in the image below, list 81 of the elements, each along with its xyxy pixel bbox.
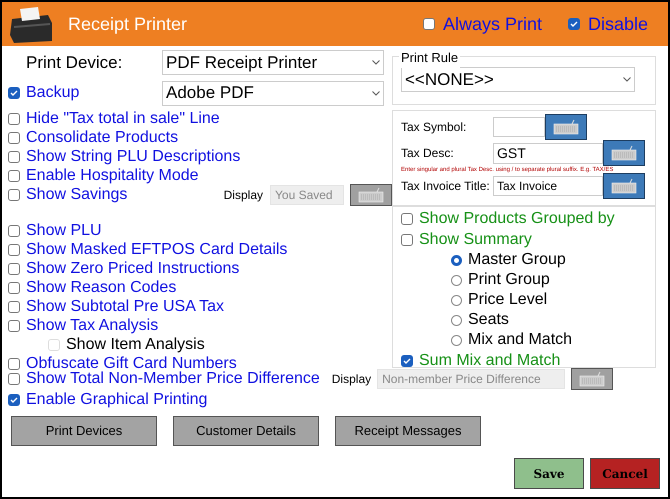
checkbox[interactable] bbox=[8, 301, 20, 313]
checkbox[interactable] bbox=[8, 358, 20, 370]
checkbox[interactable] bbox=[568, 18, 580, 30]
display-label: Display bbox=[224, 187, 263, 204]
display-field[interactable]: Non-member Price Difference bbox=[377, 368, 566, 388]
checkbox[interactable] bbox=[8, 244, 20, 256]
field-label: Print Device: bbox=[26, 52, 124, 74]
option-checkbox[interactable]: Show Zero Priced Instructions bbox=[8, 260, 240, 278]
option-checkbox[interactable]: Show Products Grouped by bbox=[401, 208, 647, 229]
checkbox[interactable] bbox=[8, 87, 20, 99]
checkbox[interactable] bbox=[8, 189, 20, 201]
checkbox[interactable] bbox=[8, 372, 20, 384]
checkbox[interactable] bbox=[8, 225, 20, 237]
tax-desc-field[interactable]: GST bbox=[493, 142, 603, 164]
field-label: Tax Desc: bbox=[401, 145, 455, 162]
display-field[interactable]: You Saved bbox=[270, 185, 344, 205]
option-checkbox[interactable]: Sum Mix and Match bbox=[401, 350, 647, 371]
window-title: Receipt Printer bbox=[68, 12, 188, 36]
option-checkbox[interactable]: Show Masked EFTPOS Card Details bbox=[8, 241, 288, 259]
checkbox[interactable] bbox=[422, 18, 435, 30]
option-checkbox[interactable]: Show PLU bbox=[8, 222, 102, 240]
chevron-down-icon bbox=[623, 77, 631, 82]
tax-invoice-title-field[interactable]: Tax Invoice bbox=[493, 176, 603, 196]
checkbox[interactable] bbox=[401, 212, 413, 224]
backup-checkbox[interactable]: Backup bbox=[8, 81, 162, 105]
option-checkbox[interactable]: Show String PLU Descriptions bbox=[8, 148, 240, 166]
checkbox[interactable] bbox=[401, 234, 413, 246]
option-checkbox[interactable]: Consolidate Products bbox=[8, 129, 178, 147]
check-icon bbox=[10, 396, 18, 404]
option-checkbox[interactable]: Show Summary bbox=[401, 229, 647, 250]
checkbox[interactable] bbox=[8, 113, 20, 125]
check-icon bbox=[403, 356, 411, 364]
display-label: Display bbox=[332, 370, 372, 388]
keyboard-button[interactable] bbox=[603, 140, 645, 166]
group-radio[interactable]: Print Group bbox=[401, 270, 647, 290]
chevron-down-icon bbox=[372, 60, 380, 66]
chevron-down-icon bbox=[372, 90, 380, 96]
nav-button[interactable]: Print Devices bbox=[11, 416, 157, 446]
keyboard-icon bbox=[610, 178, 638, 194]
keyboard-button[interactable] bbox=[571, 368, 614, 390]
keyboard-icon bbox=[578, 370, 606, 386]
option-checkbox[interactable]: Hide "Tax total in sale" Line bbox=[8, 110, 220, 128]
option-checkbox[interactable]: Enable Graphical Printing bbox=[8, 390, 208, 408]
keyboard-button[interactable] bbox=[350, 184, 392, 206]
option-checkbox[interactable]: Show Tax Analysis bbox=[8, 317, 158, 335]
print-rule-dropdown[interactable]: <<NONE>> bbox=[401, 67, 635, 92]
keyboard-icon bbox=[552, 119, 580, 136]
backup-device-dropdown[interactable]: Adobe PDF bbox=[162, 80, 384, 106]
field-label: Tax Symbol: bbox=[401, 119, 468, 136]
group-radio[interactable]: Master Group bbox=[401, 250, 647, 270]
keyboard-button[interactable] bbox=[545, 114, 587, 140]
check-icon bbox=[10, 89, 18, 97]
keyboard-icon bbox=[357, 187, 385, 203]
disable-checkbox[interactable]: Disable bbox=[568, 10, 648, 38]
option-checkbox[interactable]: Show Reason Codes bbox=[8, 279, 176, 297]
keyboard-icon bbox=[610, 145, 638, 162]
save-button[interactable]: Save bbox=[514, 458, 584, 489]
print-device-dropdown[interactable]: PDF Receipt Printer bbox=[162, 50, 384, 76]
checkbox[interactable] bbox=[8, 170, 20, 182]
field-label: Tax Invoice Title: bbox=[401, 178, 491, 196]
option-checkbox[interactable]: Show Subtotal Pre USA Tax bbox=[8, 298, 224, 316]
group-radio[interactable]: Price Level bbox=[401, 290, 647, 310]
group-radio[interactable]: Seats bbox=[401, 310, 647, 330]
checkbox[interactable] bbox=[8, 151, 20, 163]
option-checkbox[interactable]: Show Total Non-Member Price Difference bbox=[8, 370, 320, 388]
checkbox[interactable] bbox=[401, 354, 413, 366]
checkbox[interactable] bbox=[8, 132, 20, 144]
printer-icon bbox=[8, 5, 54, 43]
tax-symbol-field[interactable] bbox=[493, 117, 545, 138]
keyboard-button[interactable] bbox=[603, 173, 645, 200]
checkbox[interactable] bbox=[8, 282, 20, 294]
option-checkbox[interactable]: Show Savings bbox=[8, 186, 128, 204]
group-radio[interactable]: Mix and Match bbox=[401, 330, 647, 350]
nav-button[interactable]: Receipt Messages bbox=[335, 416, 481, 446]
always-print-checkbox[interactable]: Always Print bbox=[422, 10, 542, 38]
option-checkbox[interactable]: Enable Hospitality Mode bbox=[8, 167, 199, 185]
checkbox[interactable] bbox=[8, 394, 20, 406]
checkbox[interactable] bbox=[8, 263, 20, 275]
nav-button[interactable]: Customer Details bbox=[173, 416, 319, 446]
checkbox[interactable] bbox=[8, 320, 20, 332]
check-icon bbox=[570, 20, 578, 28]
